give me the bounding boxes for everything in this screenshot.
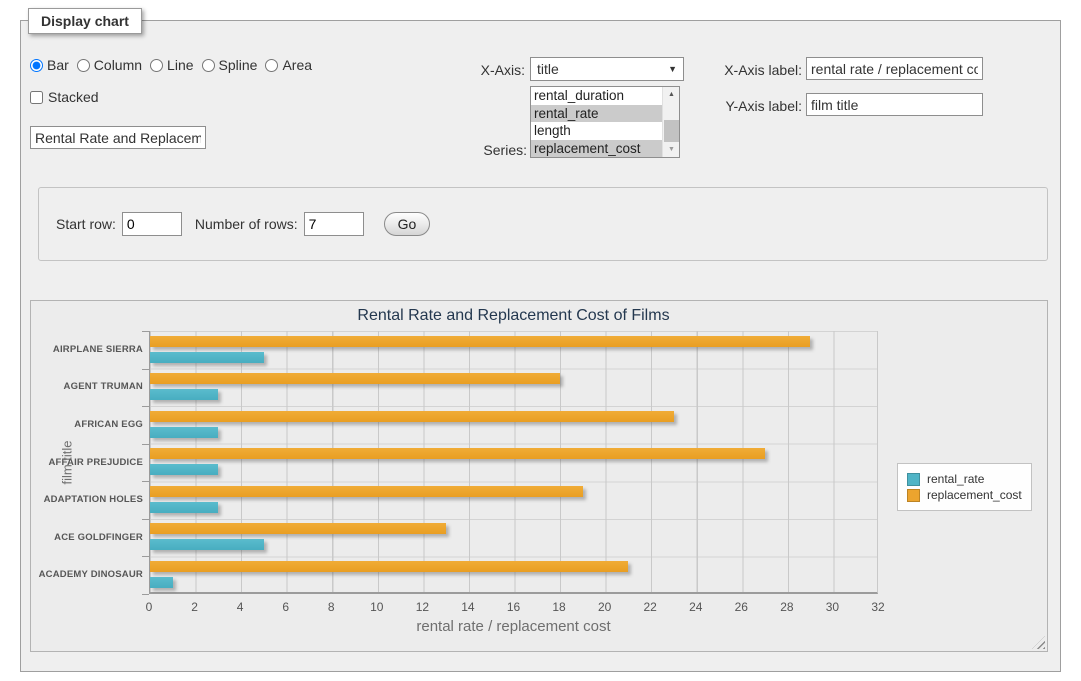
x-axis-tick-label: 4 xyxy=(220,600,260,614)
x-axis-tick-label: 16 xyxy=(494,600,534,614)
x-axis-label-caption: X-Axis label: xyxy=(676,62,802,78)
chart-type-label-line[interactable]: Line xyxy=(167,57,193,73)
bar-replacement_cost-6 xyxy=(150,561,628,572)
chart-panel: Rental Rate and Replacement Cost of Film… xyxy=(30,300,1048,652)
category-label: ACADEMY DINOSAUR xyxy=(33,569,143,580)
x-axis-tick-label: 12 xyxy=(402,600,442,614)
chart-type-radio-spline[interactable] xyxy=(202,59,215,72)
chart-type-label-bar[interactable]: Bar xyxy=(47,57,69,73)
x-axis-select[interactable]: title ▼ xyxy=(530,57,684,81)
category-label: AFRICAN EGG xyxy=(33,419,143,430)
scrollbar-thumb[interactable] xyxy=(664,120,679,142)
y-axis-tick xyxy=(142,444,149,445)
bar-rental_rate-4 xyxy=(150,502,218,513)
y-axis-tick xyxy=(142,369,149,370)
bar-rental_rate-5 xyxy=(150,539,264,550)
stacked-row: Stacked xyxy=(30,89,99,105)
chart-type-label-spline[interactable]: Spline xyxy=(219,57,258,73)
plot-area xyxy=(149,331,878,594)
x-axis-tick-label: 20 xyxy=(585,600,625,614)
bar-rental_rate-2 xyxy=(150,427,218,438)
bar-replacement_cost-2 xyxy=(150,411,674,422)
x-axis-select-label: X-Axis: xyxy=(435,62,525,78)
bar-rental_rate-6 xyxy=(150,577,173,588)
x-axis-tick-label: 0 xyxy=(129,600,169,614)
bar-rental_rate-1 xyxy=(150,389,218,400)
x-axis-tick-label: 24 xyxy=(676,600,716,614)
x-axis-tick-label: 28 xyxy=(767,600,807,614)
bar-replacement_cost-0 xyxy=(150,336,810,347)
bar-replacement_cost-4 xyxy=(150,486,583,497)
legend-item: replacement_cost xyxy=(907,488,1022,502)
category-label: ACE GOLDFINGER xyxy=(33,532,143,543)
x-axis-tick-label: 10 xyxy=(357,600,397,614)
x-axis-tick-label: 22 xyxy=(630,600,670,614)
x-axis-tick-label: 14 xyxy=(448,600,488,614)
chart-type-radio-bar[interactable] xyxy=(30,59,43,72)
x-axis-title: rental rate / replacement cost xyxy=(149,618,878,635)
y-axis-label-input[interactable] xyxy=(806,93,983,116)
legend-swatch-rental_rate xyxy=(907,473,920,486)
x-axis-tick-label: 6 xyxy=(266,600,306,614)
x-axis-tick-label: 30 xyxy=(812,600,852,614)
y-axis-tick xyxy=(142,556,149,557)
start-row-label: Start row: xyxy=(56,216,116,232)
bar-rental_rate-0 xyxy=(150,352,264,363)
x-axis-label-input[interactable] xyxy=(806,57,983,80)
chart-type-radio-group: Bar Column Line Spline Area xyxy=(30,57,320,73)
series-options: rental_durationrental_ratelengthreplacem… xyxy=(531,87,679,157)
category-label: AIRPLANE SIERRA xyxy=(33,344,143,355)
y-axis-tick xyxy=(142,406,149,407)
series-option-rental_rate[interactable]: rental_rate xyxy=(531,105,679,123)
bar-replacement_cost-5 xyxy=(150,523,446,534)
bar-replacement_cost-1 xyxy=(150,373,560,384)
stacked-label[interactable]: Stacked xyxy=(48,89,99,105)
x-axis-selected-value: title xyxy=(537,61,559,77)
y-axis-label-caption: Y-Axis label: xyxy=(676,98,802,114)
series-option-length[interactable]: length xyxy=(531,122,679,140)
y-axis-tick xyxy=(142,331,149,332)
resize-grip-icon[interactable] xyxy=(1032,636,1045,649)
y-axis-tick xyxy=(142,519,149,520)
legend-label: replacement_cost xyxy=(920,488,1022,502)
category-label: AGENT TRUMAN xyxy=(33,381,143,392)
fieldset-legend: Display chart xyxy=(28,8,142,34)
chart-type-radio-column[interactable] xyxy=(77,59,90,72)
chart-type-label-column[interactable]: Column xyxy=(94,57,142,73)
x-axis-tick-label: 18 xyxy=(539,600,579,614)
scroll-down-icon[interactable]: ▼ xyxy=(663,142,680,157)
chart-title: Rental Rate and Replacement Cost of Film… xyxy=(149,307,878,325)
legend-item: rental_rate xyxy=(907,472,1022,486)
x-axis-tick-label: 26 xyxy=(721,600,761,614)
bar-rental_rate-3 xyxy=(150,464,218,475)
x-axis-tick-label: 8 xyxy=(311,600,351,614)
category-label: AFFAIR PREJUDICE xyxy=(33,457,143,468)
legend-swatch-replacement_cost xyxy=(907,489,920,502)
row-range-box: Start row: Number of rows: Go xyxy=(38,187,1048,261)
chart-type-radio-area[interactable] xyxy=(265,59,278,72)
num-rows-input[interactable] xyxy=(304,212,364,236)
chart-type-label-area[interactable]: Area xyxy=(282,57,312,73)
series-listbox[interactable]: rental_durationrental_ratelengthreplacem… xyxy=(530,86,680,158)
start-row-input[interactable] xyxy=(122,212,182,236)
chart-legend: rental_rate replacement_cost xyxy=(897,463,1032,511)
y-axis-tick xyxy=(142,481,149,482)
x-axis-tick-label: 2 xyxy=(175,600,215,614)
y-axis-tick xyxy=(142,594,149,595)
x-axis-tick-label: 32 xyxy=(858,600,898,614)
bar-replacement_cost-3 xyxy=(150,448,765,459)
legend-label: rental_rate xyxy=(920,472,984,486)
num-rows-label: Number of rows: xyxy=(195,216,298,232)
series-option-rental_duration[interactable]: rental_duration xyxy=(531,87,679,105)
go-button[interactable]: Go xyxy=(384,212,431,236)
display-chart-fieldset: Display chart BarColumnLineSplineArea St… xyxy=(20,20,1061,672)
series-listbox-label: Series: xyxy=(435,142,527,158)
chart-title-input[interactable] xyxy=(30,126,206,149)
stacked-checkbox[interactable] xyxy=(30,91,43,104)
series-option-replacement_cost[interactable]: replacement_cost xyxy=(531,140,679,158)
chart-type-radio-line[interactable] xyxy=(150,59,163,72)
category-label: ADAPTATION HOLES xyxy=(33,494,143,505)
